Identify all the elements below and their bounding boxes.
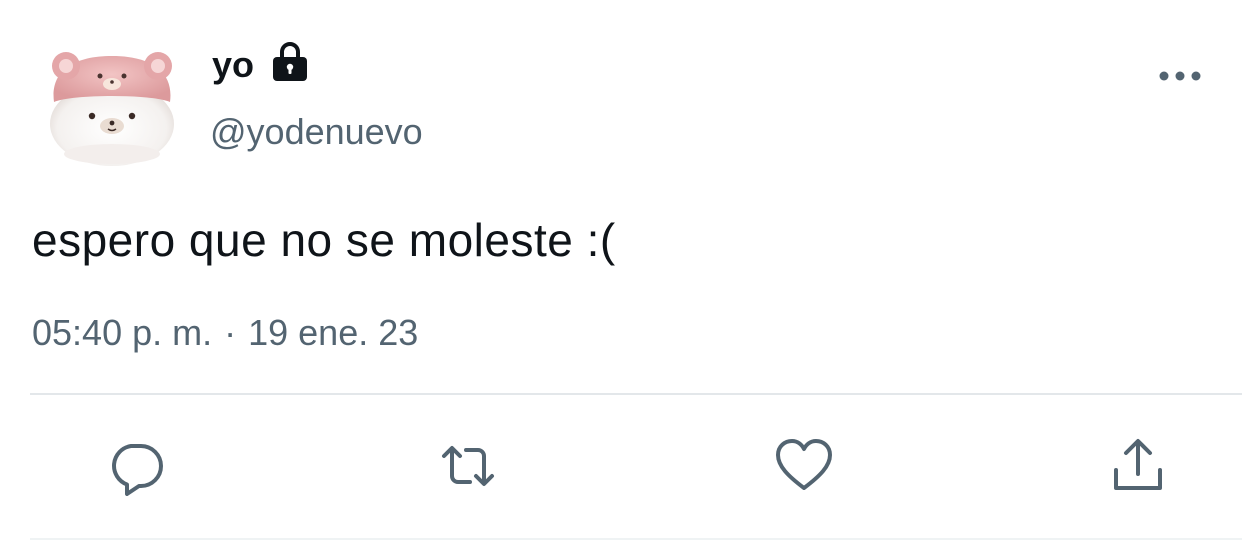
retweet-icon [442, 446, 494, 486]
reply-button[interactable] [102, 432, 170, 500]
avatar[interactable] [42, 42, 182, 168]
reply-icon [112, 444, 163, 496]
tweet-text: espero que no se moleste :( [32, 214, 616, 266]
tweet-time: 05:40 p. m. [32, 312, 213, 353]
tweet-date: 19 ene. 23 [248, 312, 419, 353]
tweet-detail: yo @yodenuevo espero que no se moleste :… [0, 0, 1242, 558]
more-horizontal-icon [1159, 71, 1201, 81]
share-icon [1114, 439, 1162, 490]
lock-icon [273, 42, 308, 81]
share-button[interactable] [1104, 432, 1172, 500]
bottom-divider [30, 538, 1242, 540]
timestamp-separator: · [224, 312, 237, 353]
author-handle[interactable]: @yodenuevo [210, 108, 423, 156]
author-name-row: yo [212, 40, 310, 90]
more-options-button[interactable] [1152, 58, 1208, 94]
tweet-timestamp[interactable]: 05:40 p. m. · 19 ene. 23 [32, 308, 418, 358]
heart-icon [776, 439, 832, 490]
display-name[interactable]: yo [212, 40, 254, 90]
retweet-button[interactable] [434, 432, 502, 500]
divider [30, 393, 1242, 395]
like-button[interactable] [770, 432, 838, 500]
